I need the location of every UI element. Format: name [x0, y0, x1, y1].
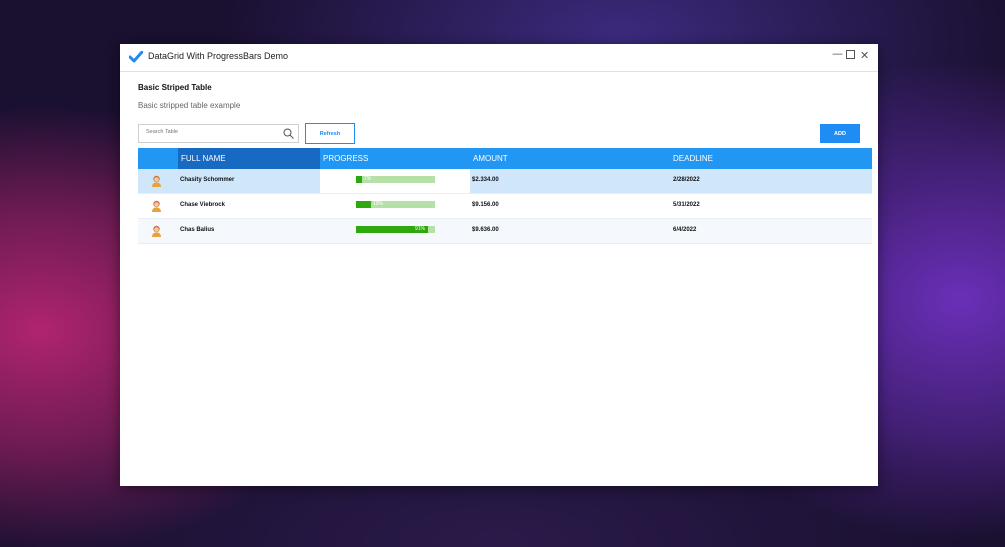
amount-cell: $9.636.00 — [472, 227, 499, 233]
add-button[interactable]: ADD — [820, 124, 860, 143]
data-grid: FULL NAME PROGRESS AMOUNT DEADLINE Chasi… — [138, 148, 872, 244]
search-icon[interactable] — [283, 128, 294, 139]
progress-fill — [356, 176, 362, 183]
amount-cell: $9.156.00 — [472, 202, 499, 208]
window-title: DataGrid With ProgressBars Demo — [148, 51, 289, 61]
maximize-icon — [846, 50, 855, 59]
progress-bar: 19% — [356, 201, 435, 208]
deadline-cell: 2/28/2022 — [673, 177, 700, 183]
full-name-cell: Chasity Schommer — [180, 177, 235, 183]
user-avatar-icon — [152, 175, 161, 187]
progress-label: 19% — [373, 201, 384, 207]
close-button[interactable]: ✕ — [860, 50, 869, 62]
progress-cell: 7% — [320, 169, 470, 193]
progress-label: 91% — [415, 226, 426, 232]
checkmark-icon — [129, 51, 143, 63]
progress-cell: 91% — [320, 219, 470, 243]
refresh-button[interactable]: Refresh — [305, 123, 355, 144]
minimize-button[interactable]: — — [832, 48, 843, 60]
app-window: DataGrid With ProgressBars Demo — ✕ Basi… — [120, 44, 878, 486]
page-title: Basic Striped Table — [138, 83, 212, 92]
column-header-progress[interactable]: PROGRESS — [320, 148, 470, 169]
column-header-amount[interactable]: AMOUNT — [473, 148, 508, 169]
progress-fill — [356, 201, 371, 208]
table-row[interactable]: Chas Balius 91% $9.636.00 6/4/2022 — [138, 219, 872, 244]
grid-header: FULL NAME PROGRESS AMOUNT DEADLINE — [138, 148, 872, 169]
table-row[interactable]: Chasity Schommer 7% $2.334.00 2/28/2022 — [138, 169, 872, 194]
progress-bar: 91% — [356, 226, 435, 233]
maximize-button[interactable] — [846, 50, 855, 62]
full-name-cell: Chas Balius — [180, 227, 215, 233]
deadline-cell: 5/31/2022 — [673, 202, 700, 208]
column-header-full-name[interactable]: FULL NAME — [178, 148, 320, 169]
search-field[interactable] — [138, 124, 299, 143]
amount-cell: $2.334.00 — [472, 177, 499, 183]
table-row[interactable]: Chase Viebrock 19% $9.156.00 5/31/2022 — [138, 194, 872, 219]
progress-bar: 7% — [356, 176, 435, 183]
full-name-cell: Chase Viebrock — [180, 202, 225, 208]
deadline-cell: 6/4/2022 — [673, 227, 697, 233]
user-avatar-icon — [152, 200, 161, 212]
user-avatar-icon — [152, 225, 161, 237]
search-input[interactable] — [144, 128, 278, 136]
page-subtitle: Basic stripped table example — [138, 101, 241, 110]
column-header-deadline[interactable]: DEADLINE — [673, 148, 713, 169]
column-header-avatar[interactable] — [138, 148, 178, 169]
progress-cell: 19% — [320, 194, 470, 218]
progress-label: 7% — [364, 176, 372, 182]
title-bar: DataGrid With ProgressBars Demo — ✕ — [120, 44, 878, 72]
